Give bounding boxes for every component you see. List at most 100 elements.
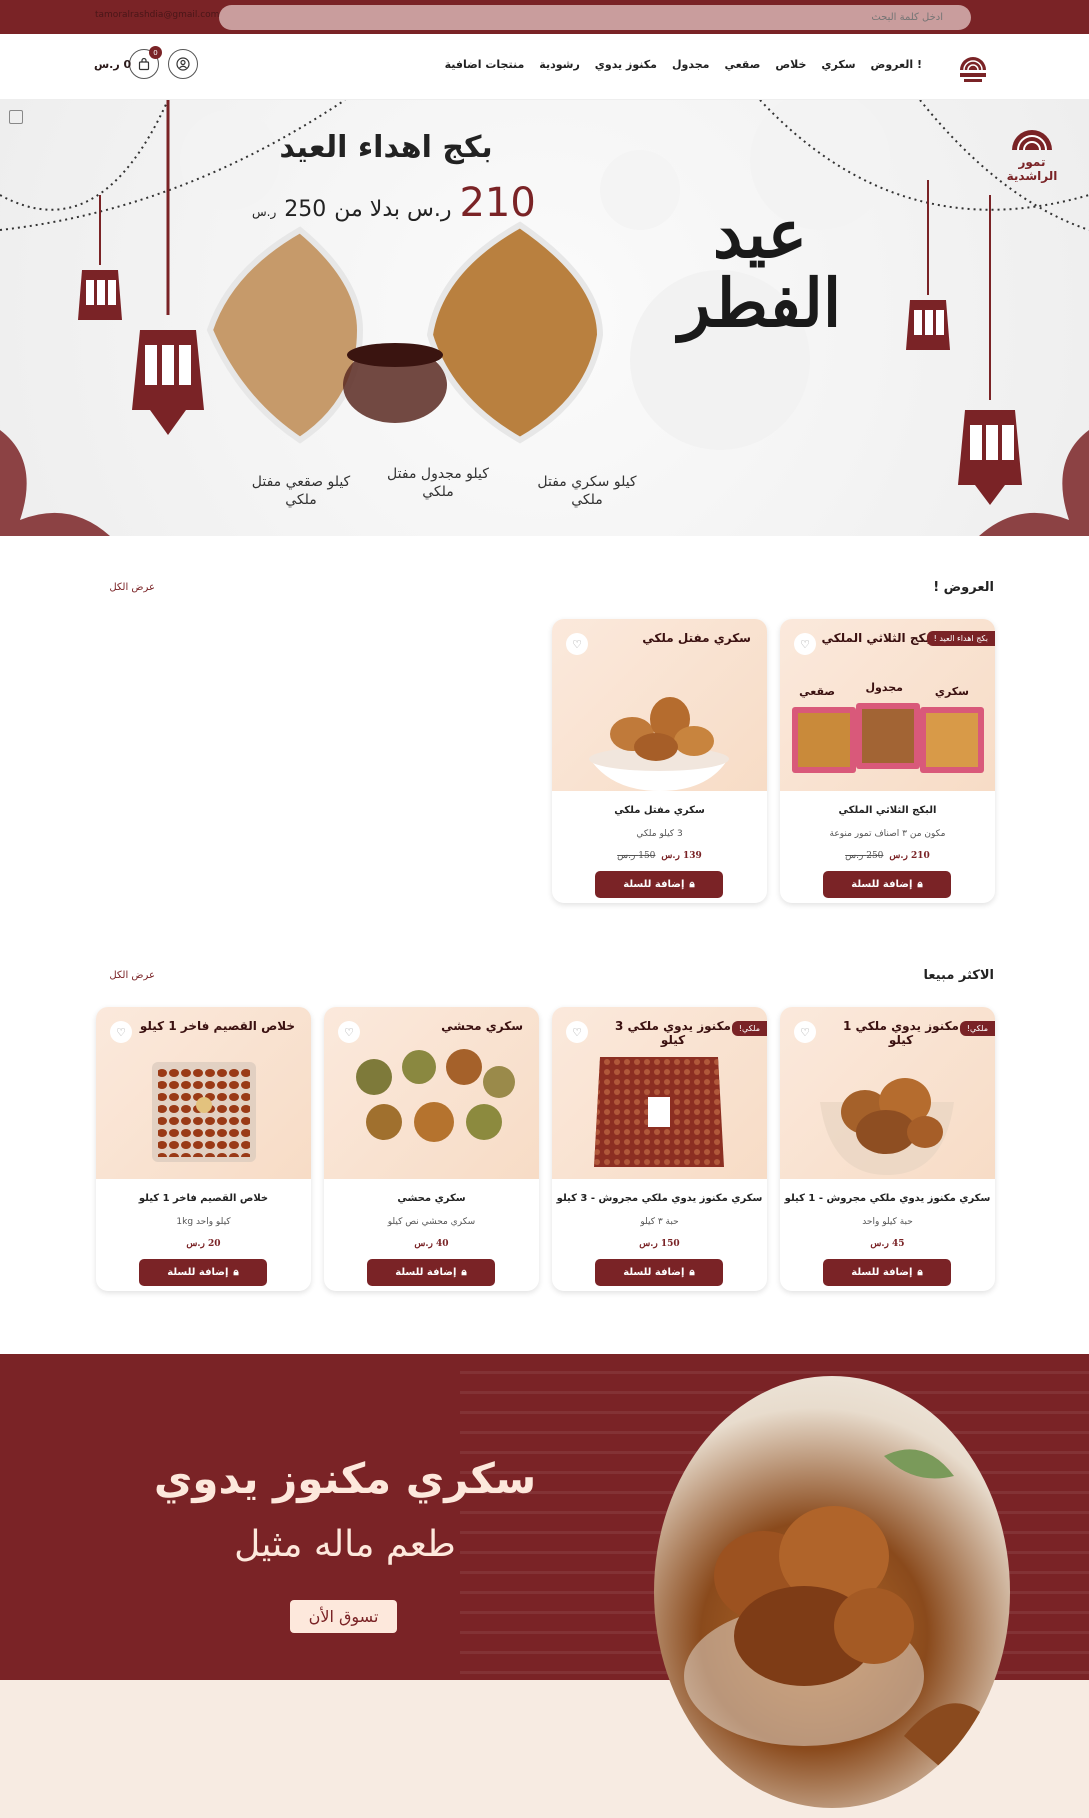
- hero-logo-line-1: تمور: [1018, 155, 1046, 169]
- hero-decoration: [0, 100, 1089, 536]
- nav-item-extras[interactable]: منتجات اضافية: [445, 58, 525, 71]
- offers-section-title: العروض !: [933, 580, 994, 595]
- hero-price-text: ر.س بدلا من: [334, 197, 452, 222]
- eid-line-1: عيد: [713, 195, 807, 273]
- add-to-cart-button[interactable]: 🔒︎ إضافة للسلة: [595, 871, 723, 898]
- account-button[interactable]: [168, 49, 198, 79]
- heart-icon[interactable]: ♡: [338, 1021, 360, 1043]
- product-card[interactable]: سكري محشي ♡ سكري محشي سكري محشي نص كيلو …: [324, 1007, 539, 1291]
- hero-title: بكج اهداء العيد: [279, 130, 493, 165]
- lock-bag-icon: 🔒︎: [917, 1267, 923, 1278]
- price-old: 250 ر.س: [845, 851, 884, 861]
- product-image-label: مكنوز يدوي ملكي 1 كيلو: [843, 1019, 959, 1047]
- site-logo[interactable]: [956, 46, 990, 86]
- product-image-label: سكري محشي: [441, 1019, 523, 1033]
- add-to-cart-button[interactable]: 🔒︎ إضافة للسلة: [823, 1259, 951, 1286]
- product-description: كيلو واحد 1kg: [176, 1217, 231, 1227]
- product-name[interactable]: سكري مكنوز يدوي ملكي مجروش - 1 كيلو: [780, 1193, 995, 1204]
- hero-banner[interactable]: بكج اهداء العيد 210 ر.س بدلا من 250 ر.س …: [0, 100, 1089, 536]
- add-to-cart-button[interactable]: 🔒︎ إضافة للسلة: [823, 871, 951, 898]
- product-description: مكون من ٣ اصناف تمور منوعة: [829, 829, 946, 839]
- add-to-cart-label: إضافة للسلة: [623, 1267, 685, 1278]
- product-card[interactable]: مكنوز يدوي ملكي 3 كيلو ملكي! ♡ سكري مكنو…: [552, 1007, 767, 1291]
- hero-caption-majdool: كيلو مجدول مفتل ملكي: [387, 466, 489, 500]
- eid-calligraphy: عيد الفطر: [640, 195, 880, 339]
- product-image-label: مكنوز يدوي ملكي 3 كيلو: [615, 1019, 731, 1047]
- price-old: 150 ر.س: [617, 851, 656, 861]
- add-to-cart-label: إضافة للسلة: [851, 879, 913, 890]
- product-description: حبة كيلو واحد: [862, 1217, 913, 1227]
- banner-photo: [684, 1449, 994, 1796]
- hero-logo-line-2: الراشدية: [1006, 169, 1058, 183]
- hero-new-price: 210: [459, 180, 536, 226]
- product-description: حبة ٣ كيلو: [640, 1217, 679, 1227]
- nav-item-rashoudia[interactable]: رشودية: [539, 58, 580, 71]
- nav-item-sukkari[interactable]: سكري: [821, 58, 855, 71]
- hero-currency: ر.س: [252, 205, 277, 219]
- shop-now-button[interactable]: تسوق الأن: [290, 1600, 397, 1633]
- cart-button[interactable]: 0: [129, 46, 162, 79]
- hero-price: 210 ر.س بدلا من 250 ر.س: [252, 180, 536, 226]
- lock-bag-icon: 🔒︎: [689, 879, 695, 890]
- product-tag: ملكي!: [959, 1021, 995, 1036]
- price-current: 139 ر.س: [661, 851, 702, 861]
- hero-caption-sukkari: كيلو سكري مفتل ملكي: [537, 474, 637, 508]
- banner-product-image: [654, 1376, 1010, 1808]
- product-tag: بكج اهداء العيد !: [926, 631, 995, 646]
- lock-bag-icon: 🔒︎: [689, 1267, 695, 1278]
- hero-logo: تمور الراشدية: [1002, 112, 1062, 183]
- add-to-cart-button[interactable]: 🔒︎ إضافة للسلة: [139, 1259, 267, 1286]
- product-name[interactable]: سكري محشي: [324, 1193, 539, 1204]
- hero-old-price: 250: [284, 197, 327, 222]
- product-card[interactable]: مكنوز يدوي ملكي 1 كيلو ملكي! ♡ سكري مكنو…: [780, 1007, 995, 1291]
- heart-icon[interactable]: ♡: [566, 633, 588, 655]
- product-price: 150 ر.س: [639, 1239, 680, 1249]
- cart-count-badge: 0: [149, 46, 162, 59]
- lock-bag-icon: 🔒︎: [461, 1267, 467, 1278]
- product-price: 45 ر.س: [870, 1239, 905, 1249]
- contact-email[interactable]: tamoralrashdia@gmail.com: [95, 10, 219, 20]
- box-label: صقعي: [799, 685, 835, 698]
- add-to-cart-label: إضافة للسلة: [851, 1267, 913, 1278]
- product-card[interactable]: سكري مفتل ملكي ♡ سكري مفتل ملكي 3 كيلو م…: [552, 619, 767, 903]
- cart-total: 0 ر.س: [94, 58, 132, 71]
- product-price: 20 ر.س: [186, 1239, 221, 1249]
- nav-item-khlas[interactable]: خلاص: [775, 58, 806, 71]
- product-image-label: خلاص القصيم فاخر 1 كيلو: [139, 1019, 295, 1033]
- product-card[interactable]: خلاص القصيم فاخر 1 كيلو ♡ خلاص القصيم فا…: [96, 1007, 311, 1291]
- shopping-bag-icon: [138, 57, 150, 71]
- product-name[interactable]: خلاص القصيم فاخر 1 كيلو: [96, 1193, 311, 1204]
- product-description: سكري محشي نص كيلو: [387, 1217, 476, 1227]
- top-bar: tamoralrashdia@gmail.com: [0, 0, 1089, 34]
- nav-item-maknooz[interactable]: مكنوز يدوي: [595, 58, 657, 71]
- nav-item-majdool[interactable]: مجدول: [672, 58, 709, 71]
- heart-icon[interactable]: ♡: [794, 633, 816, 655]
- offers-view-all-link[interactable]: عرض الكل: [95, 582, 155, 593]
- heart-icon[interactable]: ♡: [566, 1021, 588, 1043]
- lock-bag-icon: 🔒︎: [233, 1267, 239, 1278]
- product-name[interactable]: سكري مفتل ملكي: [552, 805, 767, 816]
- heart-icon[interactable]: ♡: [110, 1021, 132, 1043]
- box-label: سكري: [934, 685, 969, 698]
- product-name[interactable]: البكج الثلاثي الملكي: [780, 805, 995, 816]
- add-to-cart-label: إضافة للسلة: [167, 1267, 229, 1278]
- add-to-cart-button[interactable]: 🔒︎ إضافة للسلة: [367, 1259, 495, 1286]
- product-card[interactable]: البكج الثلاثي الملكي صقعي مجدول سكري بكج…: [780, 619, 995, 903]
- product-price: 139 ر.س 150 ر.س: [552, 851, 767, 861]
- add-to-cart-button[interactable]: 🔒︎ إضافة للسلة: [595, 1259, 723, 1286]
- nav-item-saqai[interactable]: صقعي: [724, 58, 760, 71]
- bestsellers-view-all-link[interactable]: عرض الكل: [95, 970, 155, 981]
- main-nav: العروض ! سكري خلاص صقعي مجدول مكنوز يدوي…: [0, 34, 1089, 100]
- price-current: 210 ر.س: [889, 851, 930, 861]
- nav-item-offers[interactable]: العروض !: [871, 58, 922, 71]
- product-image-label: البكج الثلاثي الملكي: [821, 631, 939, 645]
- bestsellers-section-title: الاكثر مبيعا: [923, 968, 995, 983]
- heart-icon[interactable]: ♡: [794, 1021, 816, 1043]
- search-input[interactable]: [219, 5, 971, 30]
- product-name[interactable]: سكري مكنوز يدوي ملكي مجروش - 3 كيلو: [552, 1193, 767, 1204]
- user-icon: [176, 57, 190, 71]
- product-description: 3 كيلو ملكي: [636, 829, 683, 839]
- banner-subtitle: طعم ماله مثيل: [234, 1524, 456, 1565]
- product-price: 210 ر.س 250 ر.س: [780, 851, 995, 861]
- product-price: 40 ر.س: [414, 1239, 449, 1249]
